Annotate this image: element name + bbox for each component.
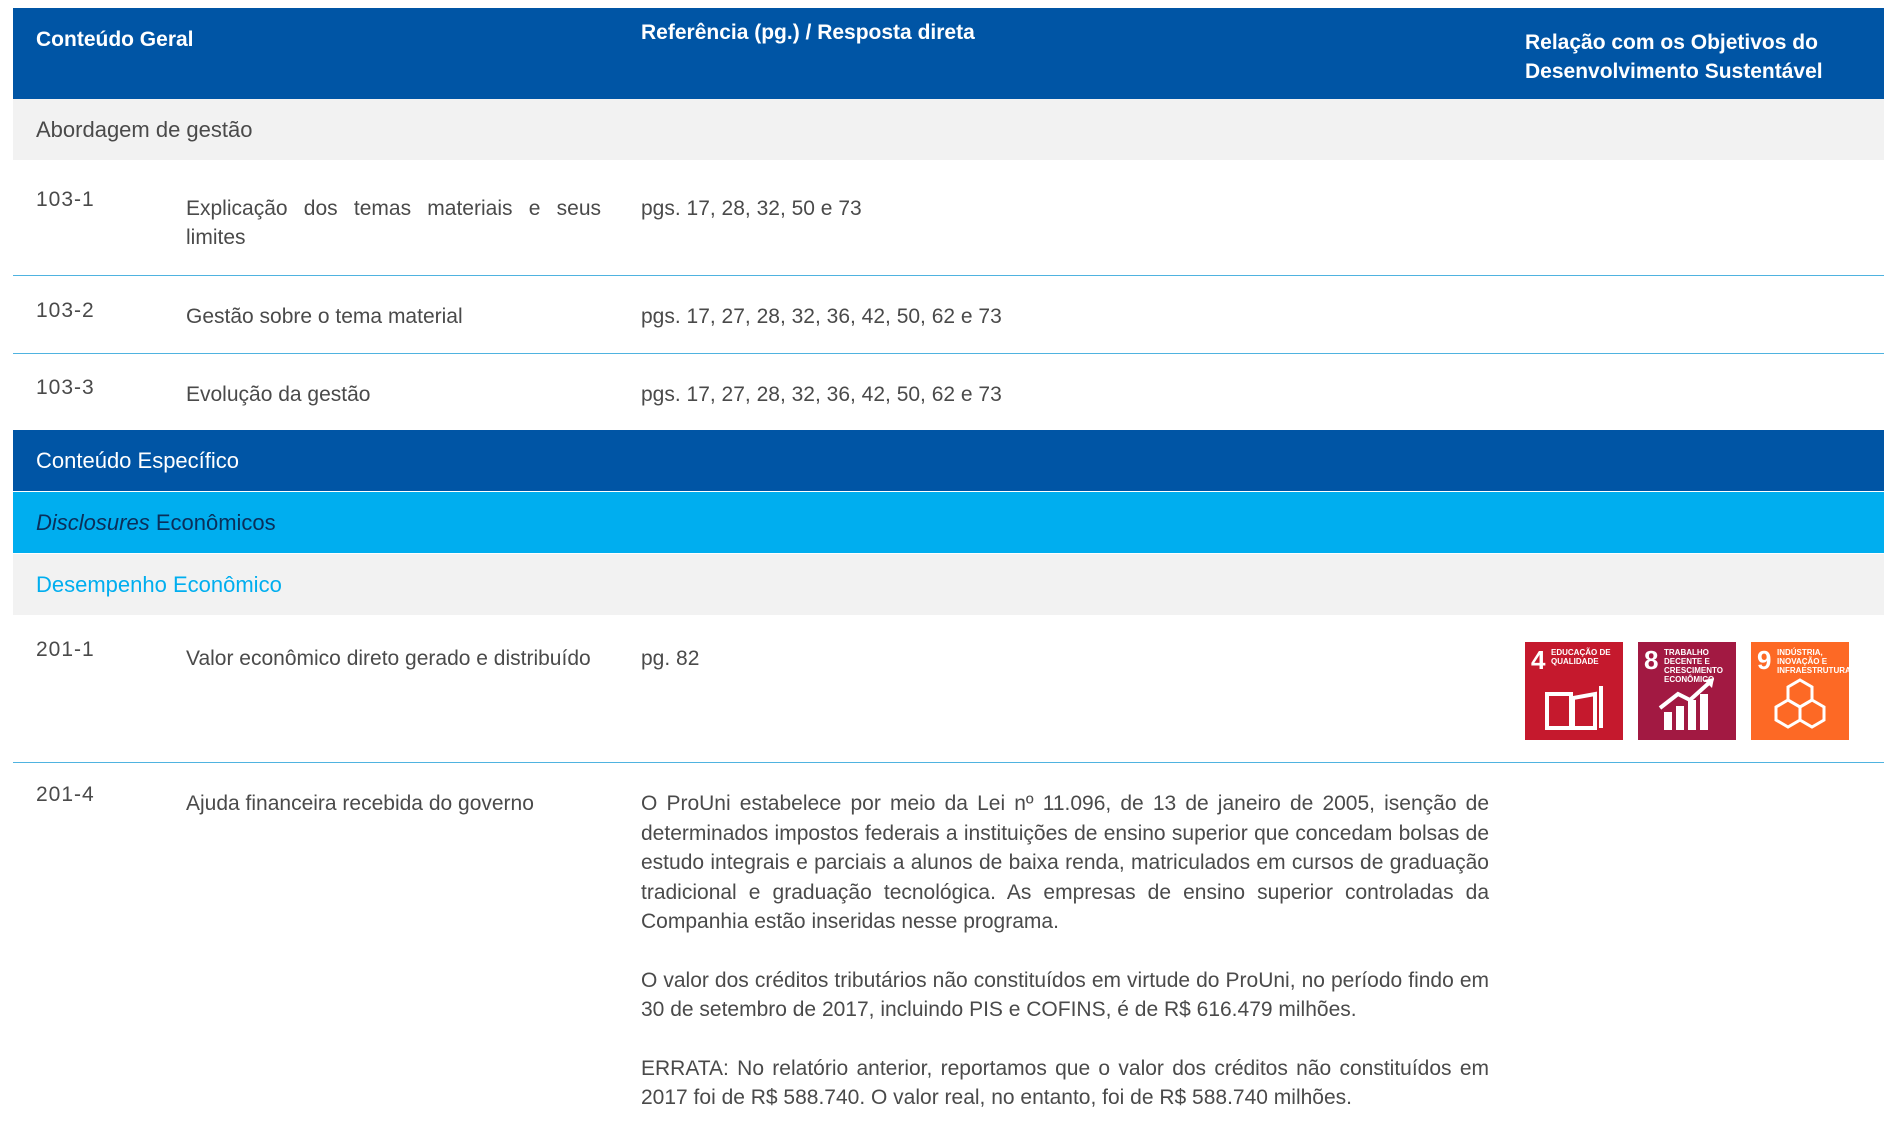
- section-economic-performance: Desempenho Econômico: [13, 554, 1884, 615]
- sdg-9-badge: 9 Indústria, inovação e infraestrutura: [1751, 642, 1851, 740]
- row-code: 103-3: [36, 376, 95, 399]
- table-row: 201-4 Ajuda financeira recebida do gover…: [13, 763, 1884, 1123]
- table-row: 103-3 Evolução da gestão pgs. 17, 27, 28…: [13, 354, 1884, 430]
- header-sdg-relation: Relação com os Objetivos do Desenvolvime…: [1525, 31, 1823, 83]
- row-reference: pg. 82: [641, 647, 700, 670]
- answer-paragraph: O valor dos créditos tributários não con…: [641, 968, 1489, 1022]
- table-row: 201-1 Valor econômico direto gerado e di…: [13, 616, 1884, 763]
- answer-paragraph: ERRATA: No relatório anterior, reportamo…: [641, 1056, 1489, 1110]
- sdg-8-badge: 8 Trabalho decente e crescimento econômi…: [1638, 642, 1736, 740]
- section-economic-disclosures: Disclosures Econômicos: [13, 492, 1884, 553]
- row-description: Explicação dos temas materiais e seus li…: [186, 197, 601, 249]
- table-header: Conteúdo Geral Referência (pg.) / Respos…: [13, 8, 1884, 99]
- row-reference: pgs. 17, 28, 32, 50 e 73: [641, 197, 862, 220]
- row-reference: pgs. 17, 27, 28, 32, 36, 42, 50, 62 e 73: [641, 383, 1002, 406]
- answer-paragraph: O ProUni estabelece por meio da Lei nº 1…: [641, 792, 1489, 933]
- section-management-approach: Abordagem de gestão: [13, 99, 1884, 160]
- row-code: 103-2: [36, 299, 95, 322]
- row-code: 103-1: [36, 188, 95, 211]
- sdg-4-badge: 4 Educação de qualidade: [1525, 642, 1623, 740]
- section-label: Abordagem de gestão: [36, 116, 253, 142]
- row-code: 201-1: [36, 638, 95, 661]
- row-reference: pgs. 17, 27, 28, 32, 36, 42, 50, 62 e 73: [641, 305, 1002, 328]
- row-description: Gestão sobre o tema material: [186, 305, 463, 328]
- section-label: Conteúdo Específico: [36, 447, 240, 473]
- header-reference: Referência (pg.) / Resposta direta: [641, 21, 975, 44]
- section-specific-content: Conteúdo Específico: [13, 430, 1884, 491]
- row-description: Ajuda financeira recebida do governo: [186, 792, 534, 815]
- table-row: 103-2 Gestão sobre o tema material pgs. …: [13, 276, 1884, 354]
- header-general-content: Conteúdo Geral: [36, 28, 194, 51]
- growth-chart-icon: [1658, 678, 1714, 730]
- row-description: Evolução da gestão: [186, 383, 371, 406]
- table-row: 103-1 Explicação dos temas materiais e s…: [13, 160, 1884, 276]
- row-description: Valor econômico direto gerado e distribu…: [186, 647, 591, 670]
- cubes-icon: [1774, 678, 1826, 729]
- section-label: Econômicos: [149, 509, 276, 535]
- row-answer: O ProUni estabelece por meio da Lei nº 1…: [641, 789, 1489, 1142]
- row-code: 201-4: [36, 783, 95, 806]
- book-icon: [1545, 686, 1603, 730]
- section-label: Desempenho Econômico: [36, 571, 282, 597]
- section-label-italic: Disclosures: [36, 509, 150, 535]
